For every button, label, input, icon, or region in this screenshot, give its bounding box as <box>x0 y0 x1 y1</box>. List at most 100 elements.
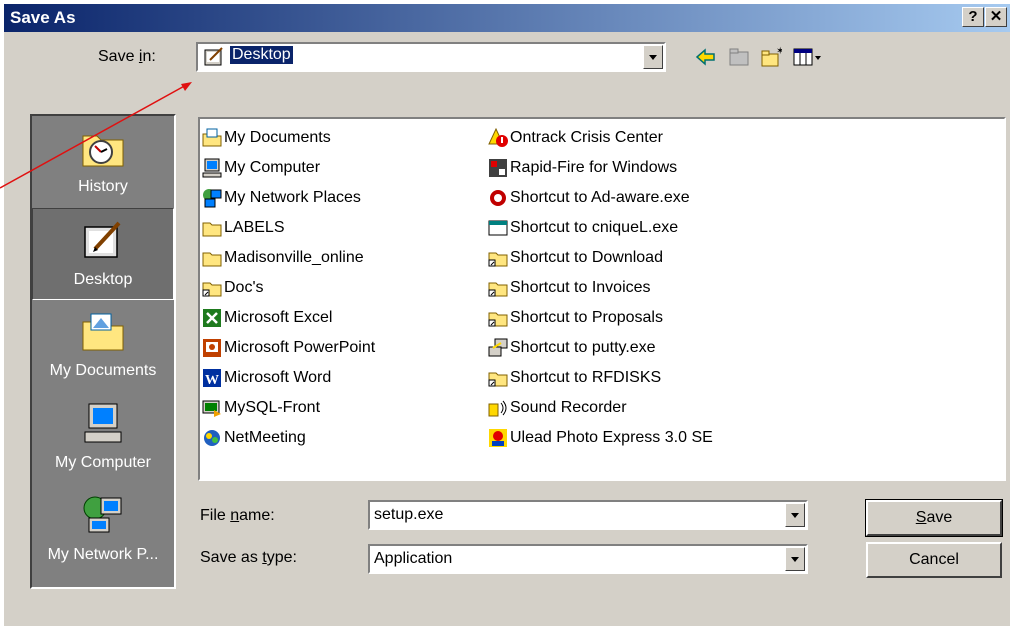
save-in-dropdown-button[interactable] <box>643 45 663 69</box>
place-desktop-label: Desktop <box>73 271 133 288</box>
file-item-name: NetMeeting <box>224 429 306 446</box>
file-item[interactable]: Shortcut to Invoices <box>488 273 713 303</box>
excel-icon <box>203 309 221 327</box>
file-item[interactable]: My Computer <box>202 153 375 183</box>
folder-shortcut-icon <box>488 312 508 327</box>
place-my-documents-label: My Documents <box>49 362 157 379</box>
window-title: Save As <box>10 8 76 27</box>
cancel-button[interactable]: Cancel <box>866 542 1002 578</box>
file-item[interactable]: MySQL-Front <box>202 393 375 423</box>
file-item[interactable]: Shortcut to putty.exe <box>488 333 713 363</box>
putty-icon <box>488 338 508 357</box>
save-in-label: Save in: <box>98 48 156 65</box>
file-item[interactable]: Shortcut to Download <box>488 243 713 273</box>
file-item-name: MySQL-Front <box>224 399 321 416</box>
help-button[interactable]: ? <box>962 7 984 27</box>
file-item-name: My Documents <box>224 129 331 146</box>
file-name-label: File name: <box>200 507 275 524</box>
network-icon <box>203 189 222 208</box>
file-item-name: Shortcut to Proposals <box>510 309 663 326</box>
desktop-icon <box>84 221 121 258</box>
file-item-name: Ontrack Crisis Center <box>510 129 663 146</box>
file-item[interactable]: My Network Places <box>202 183 375 213</box>
folder-icon <box>202 252 222 267</box>
save-in-combo[interactable]: Desktop <box>196 42 666 72</box>
file-item[interactable]: Ulead Photo Express 3.0 SE <box>488 423 713 453</box>
place-my-network-places[interactable]: My Network P... <box>32 484 174 576</box>
powerpoint-icon <box>203 339 221 357</box>
up-folder-icon <box>729 48 749 66</box>
places-bar: History Desktop My Documents My Computer <box>30 114 176 589</box>
close-button[interactable]: ✕ <box>985 7 1007 27</box>
file-list-column-1: My Documents My Computer My Network Places… <box>202 123 375 453</box>
file-list-column-2: Ontrack Crisis Center Rapid-Fire for Wind… <box>488 123 713 453</box>
file-item[interactable]: Doc's <box>202 273 375 303</box>
back-icon[interactable] <box>694 46 716 68</box>
file-item[interactable]: Microsoft PowerPoint <box>202 333 375 363</box>
place-my-computer-label: My Computer <box>54 454 152 471</box>
place-my-network-places-label: My Network P... <box>47 546 159 563</box>
file-item[interactable]: Rapid-Fire for Windows <box>488 153 713 183</box>
file-item-name: Microsoft Excel <box>224 309 333 326</box>
file-item[interactable]: Shortcut to cniqueL.exe <box>488 213 713 243</box>
netmeeting-icon <box>204 430 220 446</box>
file-list[interactable]: My Documents My Computer My Network Places… <box>198 117 1006 481</box>
file-item-name: My Computer <box>224 159 321 176</box>
history-icon <box>82 135 124 167</box>
file-item-name: Microsoft PowerPoint <box>224 339 376 356</box>
file-name-value: setup.exe <box>374 506 444 523</box>
svg-text:✶: ✶ <box>776 46 782 57</box>
folder-shortcut-icon <box>202 282 222 297</box>
my-documents-icon <box>82 313 124 351</box>
save-as-type-combo[interactable]: Application <box>368 544 808 574</box>
file-item-name: Microsoft Word <box>224 369 332 386</box>
file-item[interactable]: W Microsoft Word <box>202 363 375 393</box>
place-desktop[interactable]: Desktop <box>32 208 174 300</box>
file-item-name: Madisonville_online <box>224 249 364 266</box>
file-item[interactable]: Shortcut to Proposals <box>488 303 713 333</box>
title-bar: Save As ? ✕ <box>4 4 1010 32</box>
app-icon <box>202 400 221 417</box>
file-item-name: Sound Recorder <box>510 399 627 416</box>
save-as-dialog: Save As ? ✕ Save in: Desktop ✶ History D… <box>4 4 1010 626</box>
file-item[interactable]: Madisonville_online <box>202 243 375 273</box>
svg-text:W: W <box>205 373 219 388</box>
exe-icon <box>488 220 508 236</box>
place-my-computer[interactable]: My Computer <box>32 392 174 484</box>
file-item-name: Shortcut to putty.exe <box>510 339 656 356</box>
file-item[interactable]: NetMeeting <box>202 423 375 453</box>
app2-icon <box>489 159 507 177</box>
file-item[interactable]: Ontrack Crisis Center <box>488 123 713 153</box>
adaware-icon <box>490 190 506 206</box>
place-my-documents[interactable]: My Documents <box>32 300 174 392</box>
computer-icon <box>202 158 222 178</box>
file-name-dropdown-button[interactable] <box>785 503 805 527</box>
folder-shortcut-icon <box>488 252 508 267</box>
save-button[interactable]: Save <box>865 499 1003 537</box>
file-item[interactable]: Microsoft Excel <box>202 303 375 333</box>
warning-icon <box>488 128 508 147</box>
file-item-name: Shortcut to Ad-aware.exe <box>510 189 690 206</box>
view-menu-icon[interactable] <box>792 46 824 68</box>
place-history[interactable]: History <box>32 116 174 208</box>
file-item[interactable]: Shortcut to RFDISKS <box>488 363 713 393</box>
file-item-name: Ulead Photo Express 3.0 SE <box>510 429 713 446</box>
file-item-name: Doc's <box>224 279 264 296</box>
file-item[interactable]: My Documents <box>202 123 375 153</box>
file-item-name: Shortcut to Invoices <box>510 279 651 296</box>
file-item[interactable]: Sound Recorder <box>488 393 713 423</box>
save-as-type-dropdown-button[interactable] <box>785 547 805 571</box>
file-item[interactable]: Shortcut to Ad-aware.exe <box>488 183 713 213</box>
file-item-name: Shortcut to cniqueL.exe <box>510 219 679 236</box>
folder-shortcut-icon <box>488 372 508 387</box>
my-network-places-icon <box>83 496 122 533</box>
file-name-combo[interactable]: setup.exe <box>368 500 808 530</box>
folder-icon <box>202 222 222 237</box>
file-item-name: Shortcut to Download <box>510 249 663 266</box>
ulead-icon <box>489 429 507 447</box>
mydocs-icon <box>202 128 222 147</box>
new-folder-icon[interactable]: ✶ <box>760 46 782 68</box>
file-item[interactable]: LABELS <box>202 213 375 243</box>
sound-icon <box>488 400 507 417</box>
file-item-name: Rapid-Fire for Windows <box>510 159 678 176</box>
